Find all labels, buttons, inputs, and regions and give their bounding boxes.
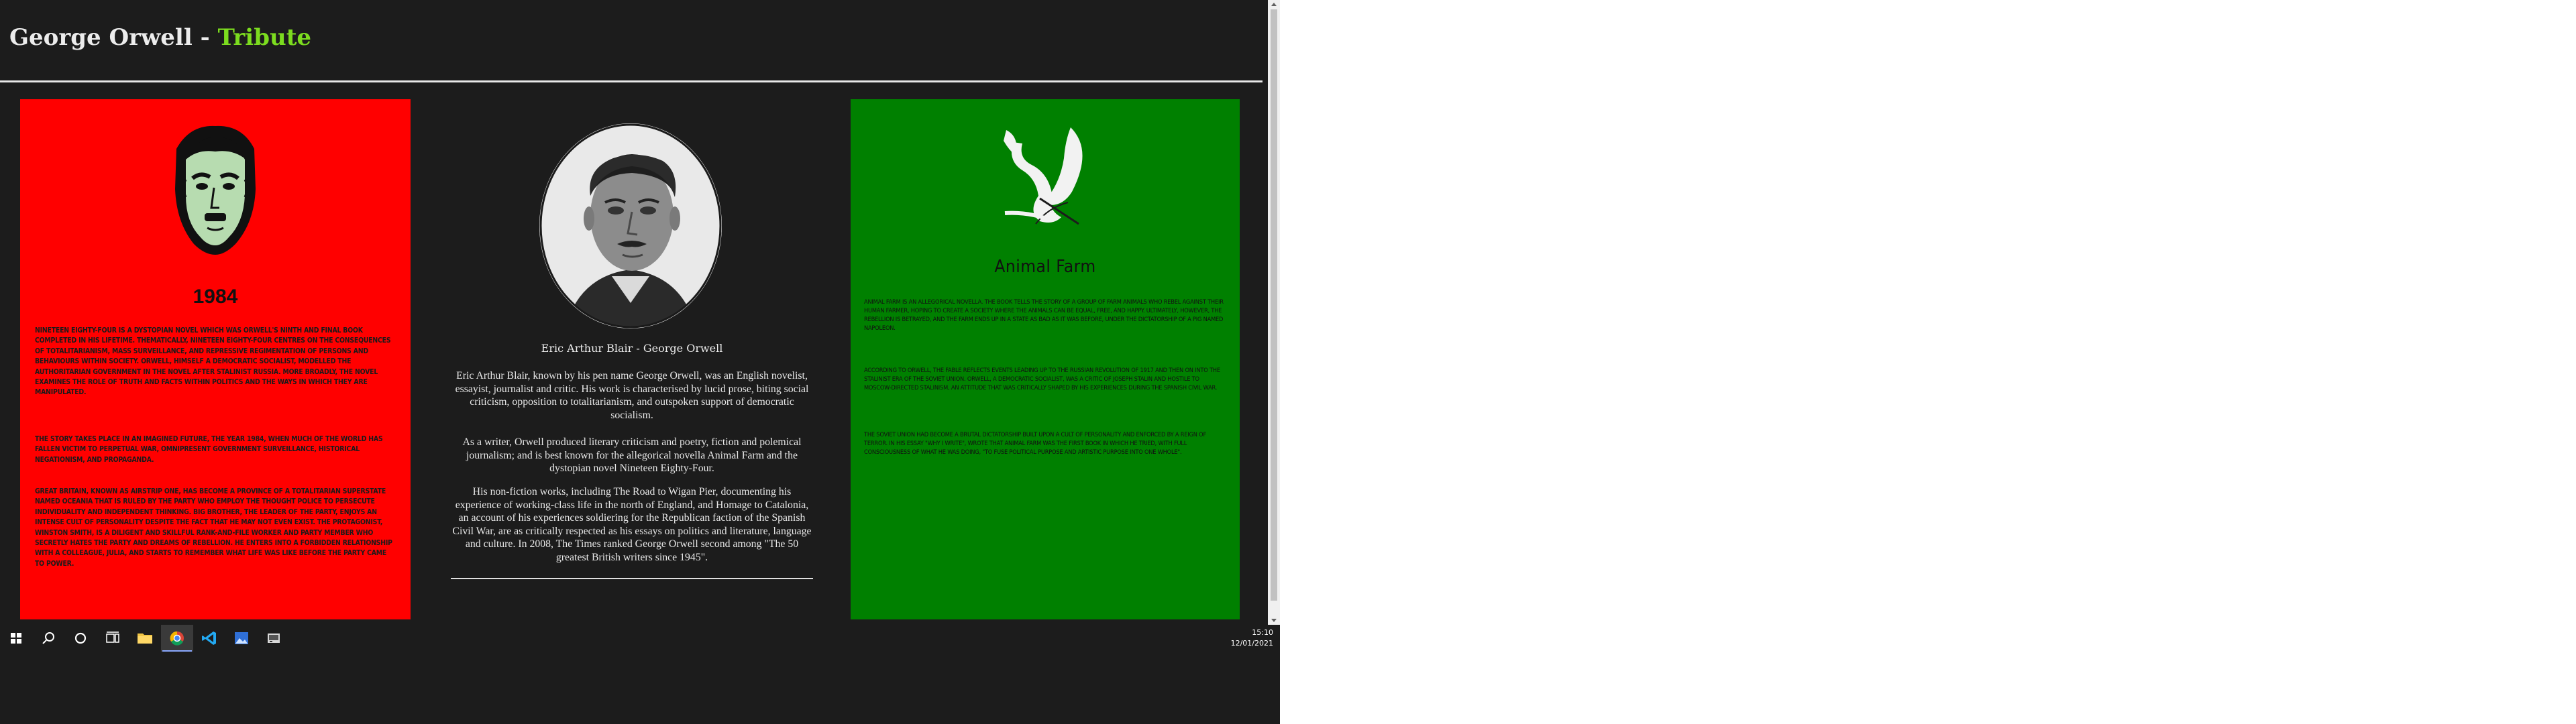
scroll-thumb[interactable] (1271, 9, 1277, 601)
file-explorer-icon[interactable] (129, 625, 161, 652)
biography-paragraph: As a writer, Orwell produced literary cr… (462, 436, 802, 475)
vscode-icon[interactable] (193, 625, 225, 652)
clock-time: 15:10 (1252, 628, 1273, 637)
card-1984: 1984 Nineteen Eighty-Four is a dystopian… (20, 99, 411, 619)
animal-farm-logo (1004, 127, 1083, 225)
animal-farm-paragraph: Animal Farm is an allegorical novella. T… (864, 298, 1224, 332)
page-title: George Orwell - Tribute (9, 24, 311, 51)
card-1984-paragraph: The story takes place in an imagined fut… (35, 435, 383, 464)
orwell-portrait (539, 123, 722, 328)
biography-paragraph: Eric Arthur Blair, known by his pen name… (455, 370, 809, 421)
card-1984-paragraph: Great Britain, known as Airstrip One, ha… (35, 487, 392, 568)
big-brother-illustration (175, 125, 256, 255)
title-accent: Tribute (217, 24, 312, 51)
animal-farm-paragraph: According to Orwell, the fable reflects … (864, 367, 1220, 391)
app-icon[interactable] (258, 625, 290, 652)
chrome-icon[interactable] (161, 625, 193, 652)
animal-farm-paragraph: The Soviet Union had become a brutal dic… (864, 431, 1207, 456)
task-view-icon[interactable] (97, 625, 129, 652)
system-clock[interactable]: 15:10 12/01/2021 (1231, 627, 1273, 649)
biography-divider (451, 578, 813, 579)
card-1984-paragraph: Nineteen Eighty-Four is a dystopian nove… (35, 326, 391, 397)
card-biography: Eric Arthur Blair - George Orwell Eric A… (437, 99, 826, 619)
card-title-animal-farm: Animal Farm (994, 257, 1096, 277)
header-divider (0, 80, 1263, 82)
scroll-up-arrow-icon[interactable] (1271, 3, 1277, 6)
biography-paragraph: His non-fiction works, including The Roa… (452, 486, 812, 563)
card-animal-farm: Animal Farm Animal Farm is an allegorica… (851, 99, 1240, 619)
clock-date: 12/01/2021 (1230, 639, 1273, 648)
browser-viewport: George Orwell - Tribute 1984 Nineteen Ei… (0, 0, 1280, 724)
portrait-caption: Eric Arthur Blair - George Orwell (541, 342, 723, 355)
search-icon[interactable] (32, 625, 64, 652)
page-scrollbar[interactable] (1268, 0, 1280, 625)
photos-icon[interactable] (225, 625, 258, 652)
tribute-page: George Orwell - Tribute 1984 Nineteen Ei… (0, 0, 1268, 625)
windows-start-icon[interactable] (0, 625, 32, 652)
scroll-down-arrow-icon[interactable] (1271, 619, 1277, 622)
cortana-icon[interactable] (64, 625, 97, 652)
card-title-1984: 1984 (193, 286, 238, 308)
windows-taskbar: 15:10 12/01/2021 (0, 625, 1280, 652)
title-main: George Orwell - (9, 24, 218, 51)
